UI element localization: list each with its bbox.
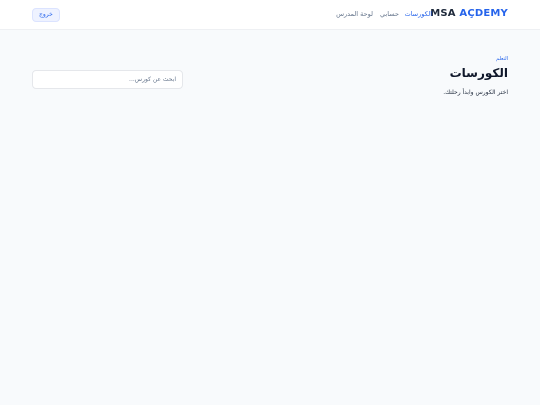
course-search-input[interactable] xyxy=(32,70,183,89)
logout-button[interactable]: خروج xyxy=(32,8,60,22)
nav-link-teacher-dashboard[interactable]: لوحة المدرس xyxy=(336,10,373,18)
nav-link-account[interactable]: حسابي xyxy=(380,10,399,18)
nav-link-courses[interactable]: الكورسات xyxy=(405,10,432,18)
top-navbar: MSA AÇDEMY الكورسات حسابي لوحة المدرس خر… xyxy=(0,0,540,30)
breadcrumb[interactable]: التعلم xyxy=(496,56,508,62)
logo-text-msa: MSA xyxy=(430,8,456,19)
page-subtitle: اختر الكورس وابدأ رحلتك. xyxy=(443,89,508,96)
brand-logo[interactable]: MSA AÇDEMY xyxy=(430,8,508,19)
page-title: الكورسات xyxy=(449,66,508,80)
logo-text-academy: AÇDEMY xyxy=(459,8,508,19)
